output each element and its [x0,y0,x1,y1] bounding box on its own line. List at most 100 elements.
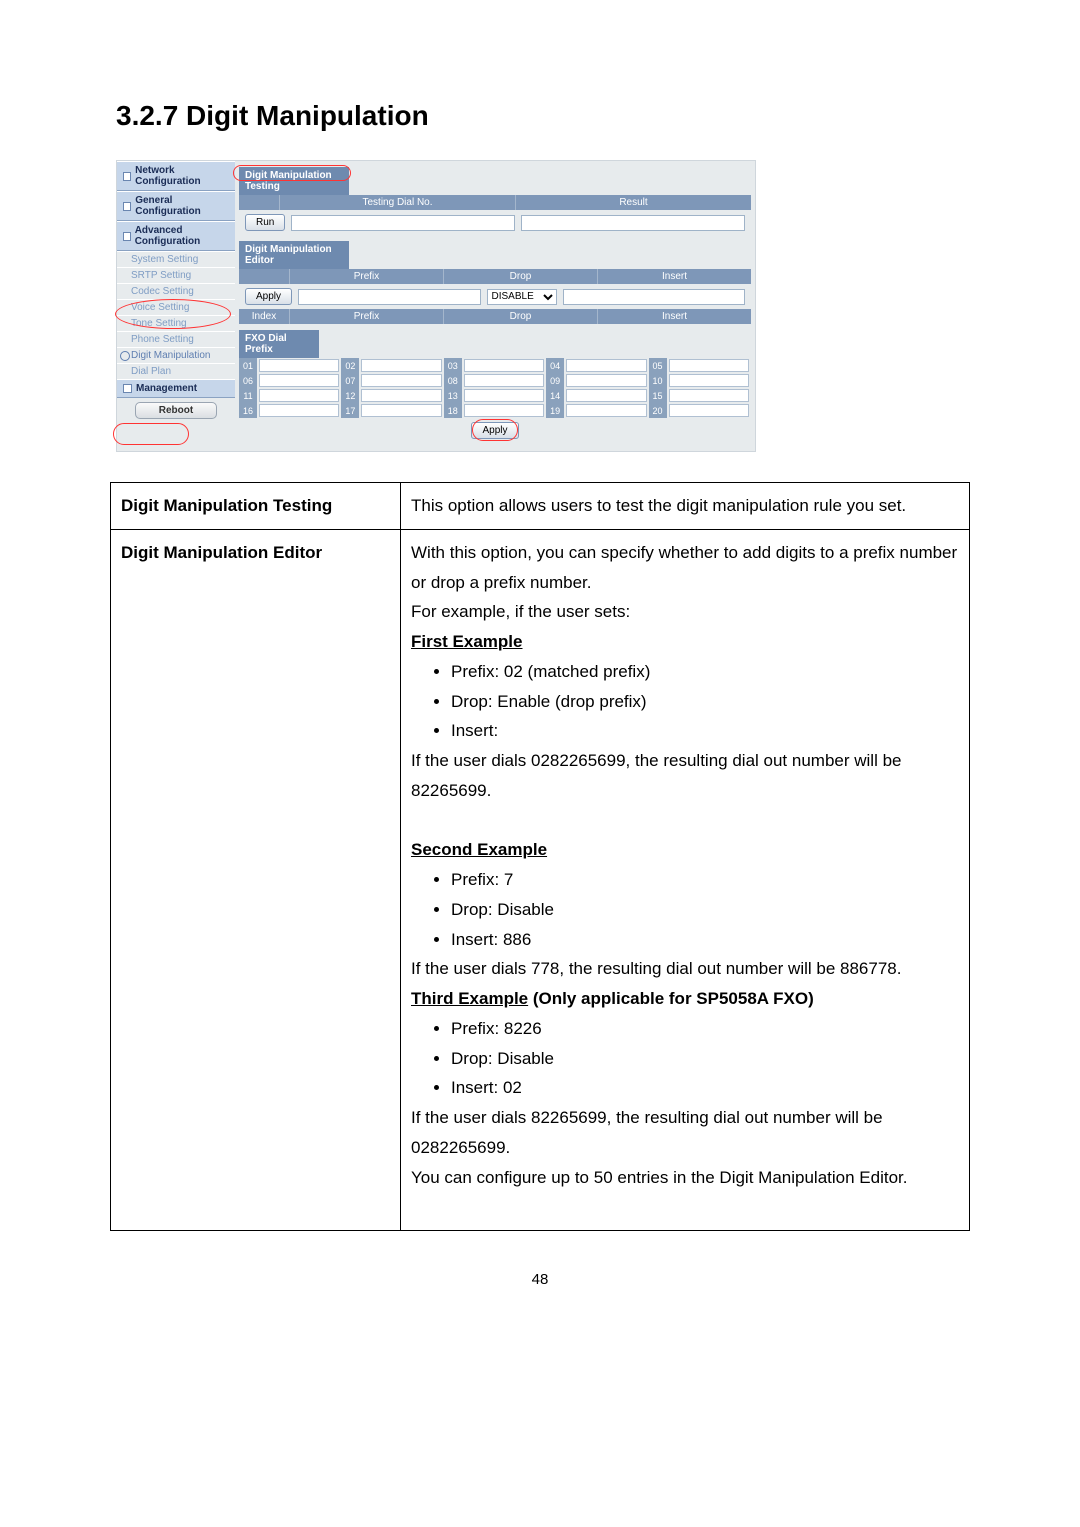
example2-title: Second Example [411,835,959,865]
fxo-cell [564,373,648,388]
fxo-prefix-input[interactable] [361,374,441,387]
fxo-table: 0102030405060708091011121314151617181920 [239,358,751,418]
fxo-prefix-input[interactable] [259,359,339,372]
editor-list-header: Index Prefix Drop Insert [239,309,751,324]
fxo-prefix-input[interactable] [669,389,749,402]
sidebar-sub-tone[interactable]: Tone Setting [117,315,235,331]
row2-body: With this option, you can specify whethe… [401,529,970,1230]
sidebar-cat-management[interactable]: Management [117,379,235,398]
editor-col-drop2: Drop [443,309,597,324]
fxo-cell [462,358,546,373]
fxo-index: 13 [444,388,462,403]
list-item: Insert: 886 [451,925,959,955]
fxo-index: 14 [546,388,564,403]
fxo-index: 06 [239,373,257,388]
row2-intro1: With this option, you can specify whethe… [411,538,959,598]
fxo-cell [462,373,546,388]
fxo-panel-title: FXO Dial Prefix [239,330,319,358]
example2-after: If the user dials 778, the resulting dia… [411,954,959,984]
testing-dial-input[interactable] [291,215,515,231]
fxo-prefix-input[interactable] [259,389,339,402]
sidebar-cat-label: Network Configuration [135,165,229,187]
fxo-prefix-input[interactable] [361,404,441,417]
list-item: Drop: Enable (drop prefix) [451,687,959,717]
fxo-row: 0607080910 [239,373,751,388]
sidebar-sub-srtp[interactable]: SRTP Setting [117,267,235,283]
run-button[interactable]: Run [245,214,285,231]
fxo-cell [667,373,751,388]
fxo-cell [564,403,648,418]
table-row: Digit Manipulation Editor With this opti… [111,529,970,1230]
fxo-index: 20 [649,403,667,418]
example3-bullets: Prefix: 8226 Drop: Disable Insert: 02 [451,1014,959,1103]
fxo-cell [257,373,341,388]
fxo-apply-button[interactable]: Apply [471,422,518,439]
editor-header-row: Prefix Drop Insert [239,269,751,284]
fxo-cell [359,358,443,373]
annotation-circle-reboot [113,423,189,445]
description-table: Digit Manipulation Testing This option a… [110,482,970,1231]
fxo-index: 11 [239,388,257,403]
fxo-prefix-input[interactable] [669,404,749,417]
fxo-row: 1617181920 [239,403,751,418]
row2-name: Digit Manipulation Editor [111,529,401,1230]
fxo-prefix-input[interactable] [464,404,544,417]
fxo-row: 0102030405 [239,358,751,373]
fxo-prefix-input[interactable] [669,374,749,387]
fxo-prefix-input[interactable] [464,389,544,402]
sidebar-sub-digit-manipulation[interactable]: Digit Manipulation [117,347,235,363]
fxo-cell [564,358,648,373]
example3-title-rest: (Only applicable for SP5058A FXO) [528,989,814,1008]
sidebar-sub-system[interactable]: System Setting [117,251,235,267]
example1-title: First Example [411,627,959,657]
fxo-prefix-input[interactable] [566,404,646,417]
fxo-cell [359,373,443,388]
fxo-cell [359,388,443,403]
sidebar-sub-codec[interactable]: Codec Setting [117,283,235,299]
fxo-prefix-input[interactable] [566,359,646,372]
reboot-button[interactable]: Reboot [135,402,217,419]
fxo-prefix-input[interactable] [464,359,544,372]
fxo-index: 01 [239,358,257,373]
editor-prefix-input[interactable] [298,289,481,305]
example3-title: Third Example [411,989,528,1008]
fxo-prefix-input[interactable] [259,374,339,387]
row2-outro: You can configure up to 50 entries in th… [411,1163,959,1193]
sidebar-cat-general[interactable]: General Configuration [117,191,235,221]
sidebar-cat-network[interactable]: Network Configuration [117,161,235,191]
fxo-prefix-input[interactable] [669,359,749,372]
editor-col-insert: Insert [597,269,751,284]
fxo-cell [257,403,341,418]
screenshot-main: Digit Manipulation Testing Testing Dial … [235,161,755,451]
fxo-cell [257,358,341,373]
testing-controls: Run [239,210,751,235]
editor-insert-input[interactable] [563,289,746,305]
fxo-cell [257,388,341,403]
table-row: Digit Manipulation Testing This option a… [111,483,970,530]
fxo-index: 17 [341,403,359,418]
fxo-index: 15 [649,388,667,403]
fxo-index: 03 [444,358,462,373]
sidebar-sub-voice[interactable]: Voice Setting [117,299,235,315]
fxo-cell [667,358,751,373]
list-item: Prefix: 7 [451,865,959,895]
fxo-prefix-input[interactable] [464,374,544,387]
editor-col-drop: Drop [443,269,597,284]
testing-col-dialno: Testing Dial No. [279,195,515,210]
fxo-prefix-input[interactable] [259,404,339,417]
editor-drop-select[interactable]: DISABLE [487,289,557,305]
row1-body: This option allows users to test the dig… [401,483,970,530]
editor-controls: Apply DISABLE [239,284,751,309]
fxo-cell [462,403,546,418]
sidebar-cat-advanced[interactable]: Advanced Configuration [117,221,235,251]
sidebar-sub-dial-plan[interactable]: Dial Plan [117,363,235,379]
fxo-index: 02 [341,358,359,373]
fxo-prefix-input[interactable] [361,359,441,372]
list-item: Insert: [451,716,959,746]
config-screenshot: Network Configuration General Configurat… [116,160,756,452]
fxo-prefix-input[interactable] [566,389,646,402]
fxo-prefix-input[interactable] [361,389,441,402]
sidebar-sub-phone[interactable]: Phone Setting [117,331,235,347]
editor-apply-button[interactable]: Apply [245,288,292,305]
fxo-prefix-input[interactable] [566,374,646,387]
